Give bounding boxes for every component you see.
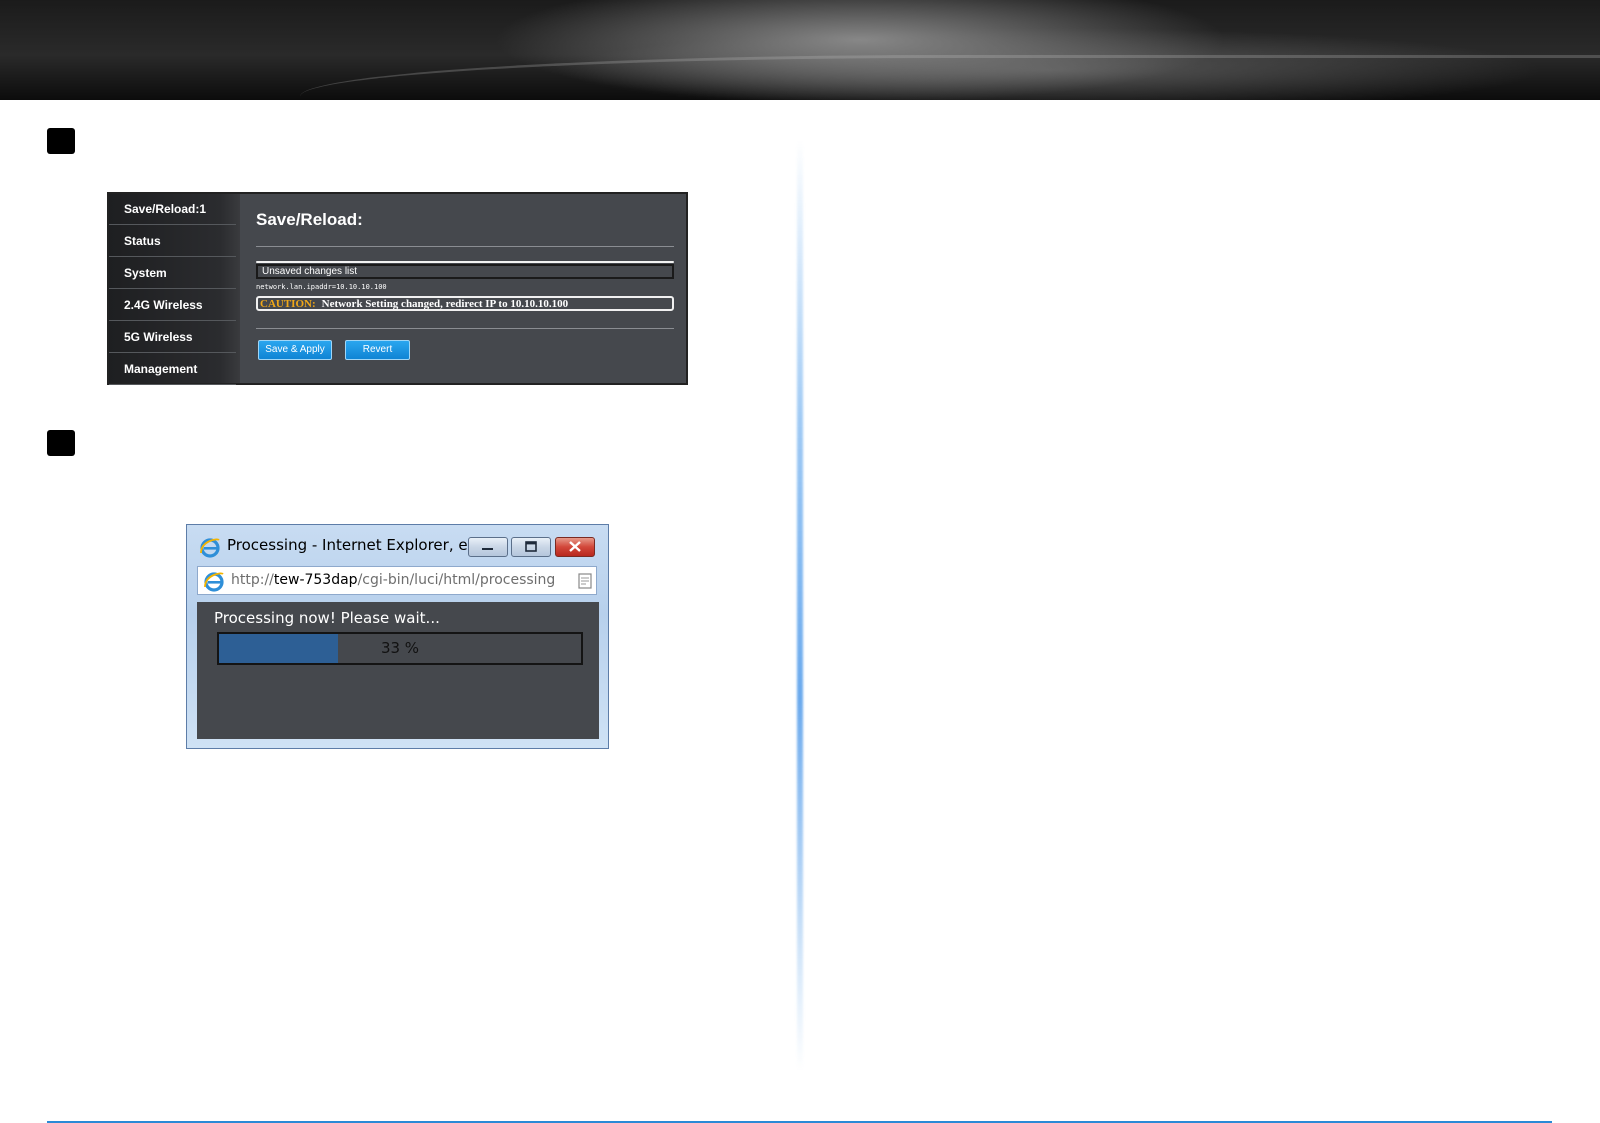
caution-text: Network Setting changed, redirect IP to … (321, 298, 569, 310)
internet-explorer-icon (200, 538, 220, 558)
restore-icon (525, 541, 537, 552)
sidebar-item-management[interactable]: Management (109, 354, 236, 385)
column-divider (797, 140, 803, 1070)
url-path: /cgi-bin/luci/html/processing (357, 572, 556, 588)
minimize-icon (482, 548, 493, 550)
router-save-reload-screenshot: Save/Reload:1 Status System 2.4G Wireles… (107, 192, 688, 385)
changes-top-border (256, 261, 674, 263)
caution-message: CAUTION: Network Setting changed, redirec… (256, 296, 674, 311)
sidebar-item-status[interactable]: Status (109, 226, 236, 257)
processing-message: Processing now! Please wait... (214, 609, 440, 627)
revert-button[interactable]: Revert (345, 340, 410, 360)
progress-bar: 33 % (217, 632, 583, 665)
unsaved-changes-header: Unsaved changes list (256, 264, 674, 279)
sidebar-item-system[interactable]: System (109, 258, 236, 289)
url-host: tew-753dap (273, 572, 358, 588)
minimize-button[interactable] (468, 537, 508, 557)
close-icon (569, 541, 581, 552)
step-marker (47, 430, 75, 456)
sidebar-item-5g-wireless[interactable]: 5G Wireless (109, 322, 236, 353)
progress-label: 33 % (380, 639, 420, 657)
caution-label: CAUTION: (260, 298, 316, 310)
title-divider (256, 246, 674, 247)
save-apply-button[interactable]: Save & Apply (258, 340, 332, 360)
sidebar-item-2-4g-wireless[interactable]: 2.4G Wireless (109, 290, 236, 321)
buttons-divider (256, 328, 674, 329)
compatibility-view-icon[interactable] (578, 573, 592, 589)
processing-content: Processing now! Please wait... 33 % (197, 602, 599, 739)
unsaved-change-entry: network.lan.ipaddr=10.10.10.100 (256, 283, 387, 291)
step-marker (47, 128, 75, 154)
url-prefix: http:// (231, 572, 274, 588)
window-title: Processing - Internet Explorer, e... (227, 536, 482, 554)
page-title: Save/Reload: (256, 210, 363, 229)
close-button[interactable] (555, 537, 595, 557)
url-text: http://tew-753dap/cgi-bin/luci/html/proc… (231, 572, 555, 588)
banner-swoosh (300, 55, 1600, 138)
ie-processing-window: Processing - Internet Explorer, e... htt… (186, 524, 609, 749)
maximize-button[interactable] (511, 537, 551, 557)
sidebar-item-save-reload[interactable]: Save/Reload:1 (109, 194, 236, 225)
sidebar-menu: Save/Reload:1 Status System 2.4G Wireles… (109, 194, 240, 385)
header-banner (0, 0, 1600, 100)
address-bar[interactable]: http://tew-753dap/cgi-bin/luci/html/proc… (197, 566, 597, 595)
page-ie-icon (204, 572, 224, 592)
